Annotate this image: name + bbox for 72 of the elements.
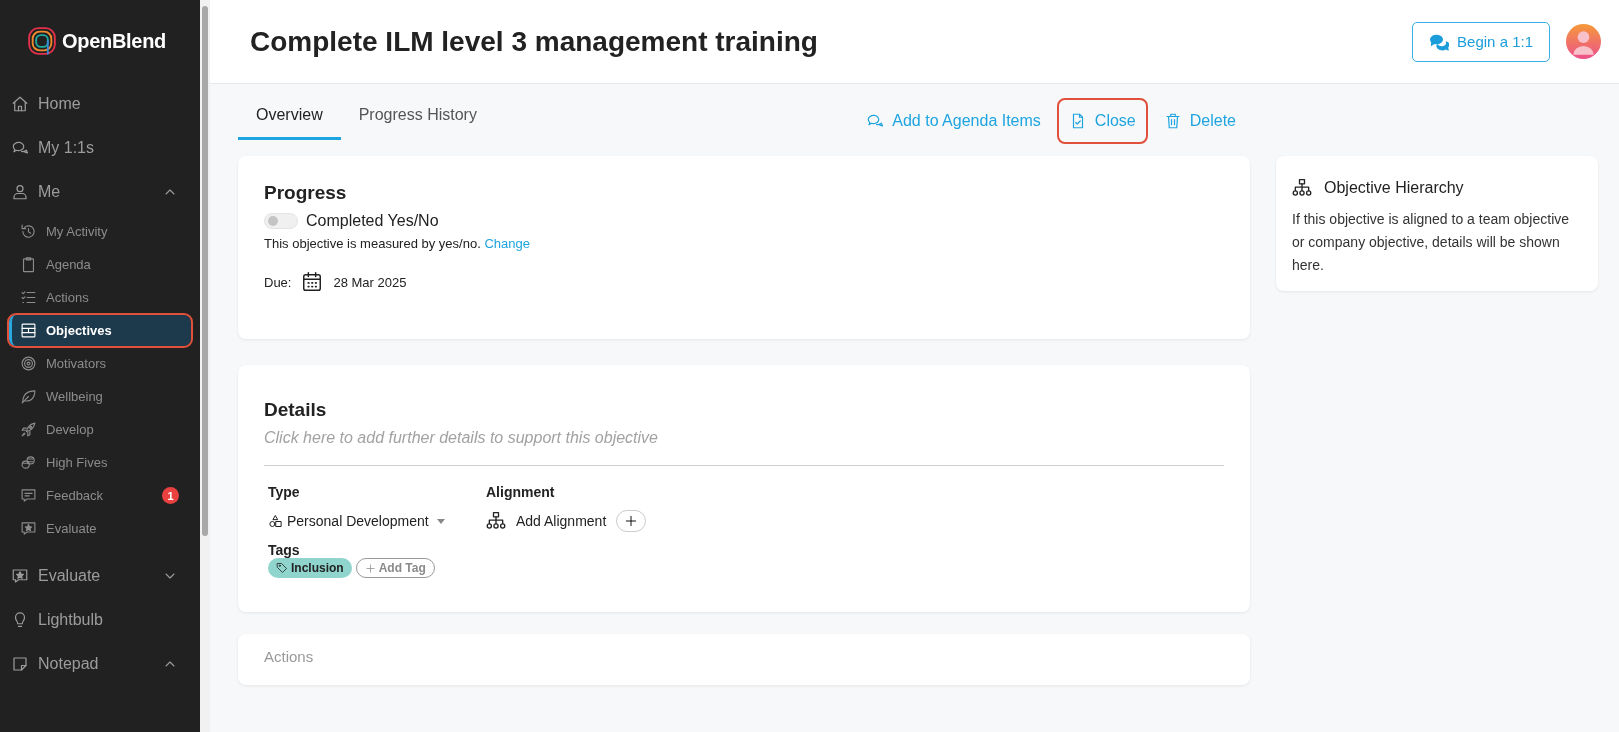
- page-title: Complete ILM level 3 management training: [250, 25, 819, 58]
- leaf-icon: [20, 388, 37, 405]
- nav-item[interactable]: Notepad: [0, 642, 200, 686]
- tab[interactable]: Progress History: [340, 106, 495, 140]
- nav-item[interactable]: My 1:1s: [0, 126, 200, 170]
- home-icon: [11, 95, 29, 113]
- details-field[interactable]: Click here to add further details to support this objective: [264, 421, 1224, 466]
- hierarchy-text: If this objective is aligned to a team objective or company objective, details will be shown here.: [1292, 210, 1571, 275]
- nav-item[interactable]: Agenda: [9, 249, 191, 280]
- calendar-icon: [301, 271, 324, 293]
- section-heading: Details: [264, 399, 328, 421]
- nav-item[interactable]: Motivators: [9, 348, 191, 379]
- nav-item[interactable]: Develop: [9, 414, 191, 445]
- chat-bubbles-icon: [866, 112, 885, 130]
- change-link[interactable]: Change: [484, 236, 530, 251]
- note-icon: [11, 655, 29, 673]
- toggle-label: Completed Yes/No: [306, 212, 439, 230]
- field-label: Alignment: [486, 484, 556, 500]
- card-title: Objective Hierarchy: [1324, 179, 1464, 197]
- type-dropdown[interactable]: Personal Development: [268, 510, 486, 532]
- action-link[interactable]: Add to Agenda Items: [854, 98, 1053, 144]
- nav-item[interactable]: Objectives: [9, 315, 191, 346]
- table-icon: [20, 322, 37, 339]
- shapes-icon: [268, 513, 283, 529]
- count-badge: 1: [162, 487, 179, 504]
- chat-bubbles-icon: [11, 139, 29, 157]
- action-link[interactable]: Close: [1056, 98, 1148, 144]
- logo-icon: [28, 27, 56, 55]
- nav-item[interactable]: Actions: [9, 282, 191, 313]
- scrollbar-thumb[interactable]: [202, 6, 208, 536]
- plus-icon: [624, 514, 639, 528]
- person-icon: [11, 183, 29, 201]
- logo-text: OpenBlend: [62, 29, 166, 53]
- tab[interactable]: Overview: [238, 106, 341, 140]
- add-tag-button[interactable]: Add Tag: [355, 558, 435, 578]
- nav-item[interactable]: Evaluate: [9, 513, 191, 544]
- nav-item[interactable]: Evaluate: [0, 554, 200, 598]
- section-heading: Progress: [264, 182, 348, 204]
- nav-item[interactable]: Home: [0, 82, 200, 126]
- measure-text: This objective is measured by yes/no.: [264, 236, 481, 251]
- add-button[interactable]: [616, 510, 647, 532]
- history-icon: [20, 223, 37, 240]
- message-icon: [20, 487, 37, 504]
- clipboard-icon: [20, 256, 37, 273]
- add-alignment-link[interactable]: Add Alignment: [516, 513, 607, 529]
- nav-item[interactable]: Wellbeing: [9, 381, 191, 412]
- rocket-icon: [20, 421, 37, 438]
- hierarchy-icon: [486, 511, 506, 531]
- hands-icon: [20, 454, 37, 471]
- hierarchy-icon: [1292, 178, 1312, 198]
- action-link[interactable]: Delete: [1151, 98, 1248, 144]
- star-speech-icon: [20, 520, 37, 537]
- nav-item[interactable]: My Activity: [9, 216, 191, 247]
- toggle-switch[interactable]: [264, 213, 298, 229]
- field-label: Type: [268, 484, 301, 500]
- star-speech-icon: [11, 567, 29, 585]
- checklist-icon: [20, 289, 37, 306]
- target-icon: [20, 355, 37, 372]
- nav-item[interactable]: Me: [0, 170, 200, 214]
- begin-button[interactable]: Begin a 1:1: [1412, 21, 1550, 62]
- due-label: Due:: [264, 274, 292, 290]
- field-label: Tags: [268, 542, 301, 558]
- plus-icon: [364, 562, 376, 574]
- nav-item[interactable]: High Fives: [9, 447, 191, 478]
- tag-chip[interactable]: Inclusion: [268, 558, 352, 578]
- nav-item[interactable]: Feedback 1: [9, 480, 191, 511]
- avatar: [1566, 24, 1601, 59]
- nav-item[interactable]: Lightbulb: [0, 598, 200, 642]
- trash-icon: [1163, 112, 1182, 130]
- due-date: 28 Mar 2025: [333, 274, 407, 290]
- section-heading: Actions: [264, 648, 315, 665]
- tag-icon: [276, 562, 288, 574]
